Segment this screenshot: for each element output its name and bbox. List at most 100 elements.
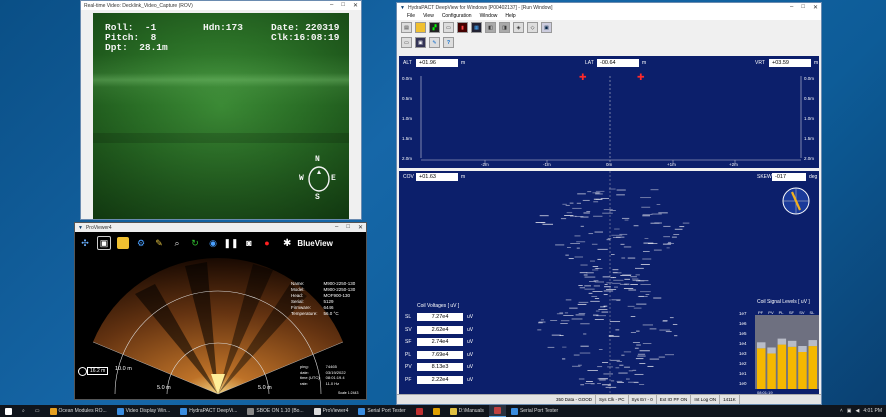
camera-tool-icon[interactable]: ◙ — [243, 237, 255, 249]
save-icon[interactable]: ▤ — [401, 22, 412, 33]
signal-col-label: SF — [789, 310, 795, 315]
app-icon — [432, 407, 440, 415]
status-size: 1411K — [720, 395, 740, 404]
range-box[interactable]: 16.2 m — [87, 367, 109, 375]
taskbar-item[interactable]: Video Display Win... — [112, 405, 176, 417]
taskbar-item[interactable]: ProViewer4 — [309, 405, 354, 417]
menu-file[interactable]: File — [407, 13, 415, 19]
taskbar-item[interactable]: HydraPACT DeepVi... — [175, 405, 242, 417]
coil-row-unit: uV — [467, 326, 474, 333]
app-icon — [493, 407, 501, 414]
app-icon — [116, 407, 124, 415]
sensor-icon-b[interactable]: ◇ — [527, 22, 538, 33]
tray-up-icon[interactable]: ˄ — [840, 408, 843, 414]
taskbar-item-label: HydraPACT DeepVi... — [189, 408, 238, 414]
layers-tool-icon[interactable]: ▣ — [97, 236, 111, 250]
info-label: Temperature: — [291, 311, 318, 316]
monitor-icon[interactable]: ▭ — [443, 22, 454, 33]
taskbar-item[interactable]: Serial Port Tester — [353, 405, 410, 417]
clock[interactable]: 4:01 PM — [863, 408, 882, 414]
teledyne-logo-icon: ✱ — [283, 237, 292, 249]
depth-tick-1: 0.5m — [402, 96, 413, 101]
app-icon — [358, 407, 366, 415]
grid-icon[interactable]: ▦ — [471, 22, 482, 33]
ping-labels: ping: date: time (UTC): rate: — [300, 364, 321, 386]
hydrapact-titlebar[interactable]: ▼ HydraPACT DeepView for Windows [P00402… — [397, 3, 821, 12]
menu-help[interactable]: Help — [505, 13, 515, 19]
coil-row-label: PF — [405, 376, 412, 383]
close-icon[interactable]: ✕ — [813, 4, 818, 11]
app-icon — [313, 407, 321, 415]
osd-clock: Clk:16:08:19 — [271, 32, 340, 43]
minimize-icon[interactable]: – — [330, 2, 333, 9]
x-tick-1: -1m — [543, 162, 551, 167]
menu-view[interactable]: View — [423, 13, 434, 19]
coil-row-value: 2.22e4 — [417, 375, 463, 384]
data-icon-b[interactable]: ◨ — [499, 22, 510, 33]
taskbar-item[interactable] — [411, 405, 428, 417]
sonar-window-titlebar[interactable]: ▼ ProViewer4 – □ ✕ — [75, 223, 366, 232]
open-folder-icon[interactable] — [415, 22, 426, 33]
chart-icon[interactable]: ▞ — [429, 22, 440, 33]
folder-tool-icon[interactable] — [117, 237, 129, 249]
screen-icon[interactable]: ▣ — [541, 22, 552, 33]
taskbar-item[interactable]: Serial Port Tester — [506, 405, 563, 417]
data-icon-a[interactable]: ◧ — [485, 22, 496, 33]
maximize-icon[interactable]: □ — [801, 4, 805, 11]
start-button[interactable] — [0, 405, 17, 417]
record-button[interactable]: ● — [261, 237, 273, 249]
menu-configuration[interactable]: Configuration — [442, 13, 472, 19]
ruler-tool-icon[interactable]: ✎ — [153, 237, 165, 249]
close-icon[interactable]: ✕ — [358, 224, 363, 231]
video-window-titlebar[interactable]: Real-time Video: Decklink_Video_Capture … — [81, 1, 361, 10]
signal-col-label: SL — [810, 310, 816, 315]
minimize-icon[interactable]: – — [335, 224, 338, 231]
x-tick-3: +1m — [667, 162, 676, 167]
refresh-tool-icon[interactable]: ↻ — [189, 237, 201, 249]
task-view-icon: ▭ — [34, 408, 40, 414]
ping-values: 74465 03/19/2022 08:01:19.4 11.0 Hz — [326, 364, 346, 386]
signal-col-label: PF — [758, 310, 764, 315]
tray-network-icon[interactable]: ▣ — [847, 408, 852, 414]
taskbar-item[interactable] — [428, 405, 445, 417]
signal-y-tick: 1e0 — [739, 381, 747, 386]
signal-bar — [787, 346, 797, 389]
taskbar-item[interactable]: SBOE ON 1.10 (Bo... — [242, 405, 308, 417]
video-window: Real-time Video: Decklink_Video_Capture … — [80, 0, 362, 220]
zoom-tool-icon[interactable]: ⌕ — [171, 237, 183, 249]
pencil-icon[interactable]: ✎ — [429, 37, 440, 48]
window-icon[interactable]: ▭ — [401, 37, 412, 48]
task-view-button[interactable]: ▭ — [30, 405, 45, 417]
menu-window[interactable]: Window — [480, 13, 498, 19]
maximize-icon[interactable]: □ — [341, 2, 345, 9]
coil-row-unit: uV — [467, 351, 474, 358]
signal-bar — [757, 348, 766, 389]
taskbar-item[interactable] — [488, 405, 506, 417]
sensor-icon-a[interactable]: ◈ — [513, 22, 524, 33]
signal-bar — [798, 352, 807, 389]
broadcast-tool-icon[interactable]: ◉ — [207, 237, 219, 249]
range-knob-icon[interactable] — [78, 367, 87, 376]
close-icon[interactable]: ✕ — [353, 2, 358, 9]
tray-volume-icon[interactable]: ◀ — [856, 408, 860, 414]
info-values: M900-2250-130 M900-2250-130 MOF900-130 5129… — [324, 281, 356, 317]
link-tool-icon[interactable]: ⚙ — [135, 237, 147, 249]
signal-col-label: PV — [768, 310, 774, 315]
help-icon[interactable]: ? — [443, 37, 454, 48]
minimize-icon[interactable]: – — [790, 4, 793, 11]
record-icon[interactable]: ▮ — [457, 22, 468, 33]
pause-button[interactable]: ❚❚ — [223, 237, 238, 249]
signal-bar — [808, 346, 817, 389]
search-button[interactable]: ⌕ — [17, 405, 30, 417]
crosshair-tool-icon[interactable]: ✣ — [79, 237, 91, 249]
coil-signal-box: Coil Signal Levels [ uV ] 1e7 1e6 1e5 1e4 1e… — [733, 299, 819, 395]
taskbar-item[interactable]: Ocean Modules RO... — [45, 405, 112, 417]
taskbar-item[interactable]: D:\Manuals — [445, 405, 489, 417]
signal-y-tick: 1e6 — [739, 321, 747, 326]
signal-panel: COV +01.63 m SKEW -017 deg Coil Voltages… — [399, 171, 819, 395]
coil-row-label: SF — [405, 339, 412, 345]
maximize-icon[interactable]: □ — [346, 224, 350, 231]
compass-n: N — [315, 155, 320, 164]
display-icon[interactable]: ▣ — [415, 37, 426, 48]
coil-row-label: PV — [405, 364, 412, 370]
